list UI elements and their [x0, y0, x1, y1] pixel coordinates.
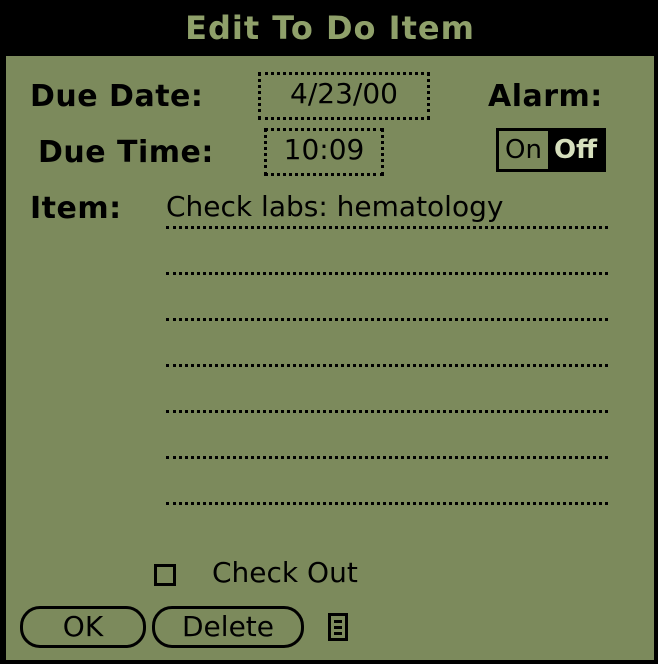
dialog-title: Edit To Do Item: [6, 0, 654, 56]
alarm-label: Alarm:: [488, 79, 603, 114]
delete-button[interactable]: Delete: [152, 606, 304, 648]
ok-button[interactable]: OK: [20, 606, 146, 648]
edit-todo-dialog: Edit To Do Item Due Date: 4/23/00 Alarm:…: [0, 0, 658, 664]
due-date-field[interactable]: 4/23/00: [258, 72, 430, 120]
note-icon[interactable]: [328, 613, 348, 641]
alarm-off-option[interactable]: Off: [547, 131, 604, 169]
item-line-6: [166, 456, 608, 459]
alarm-toggle: On Off: [496, 128, 607, 172]
item-input[interactable]: Check labs: hematology: [166, 190, 608, 224]
item-line-2: [166, 272, 608, 275]
item-label: Item:: [30, 191, 122, 226]
item-line-3: [166, 318, 608, 321]
alarm-on-option[interactable]: On: [499, 131, 548, 169]
item-line-5: [166, 410, 608, 413]
item-line-1: [166, 226, 608, 229]
item-line-4: [166, 364, 608, 367]
due-date-label: Due Date:: [30, 79, 204, 114]
due-time-field[interactable]: 10:09: [264, 128, 384, 176]
item-line-7: [166, 502, 608, 505]
due-time-label: Due Time:: [38, 135, 214, 170]
check-out-label[interactable]: Check Out: [212, 555, 358, 591]
check-out-checkbox[interactable]: [154, 564, 176, 586]
